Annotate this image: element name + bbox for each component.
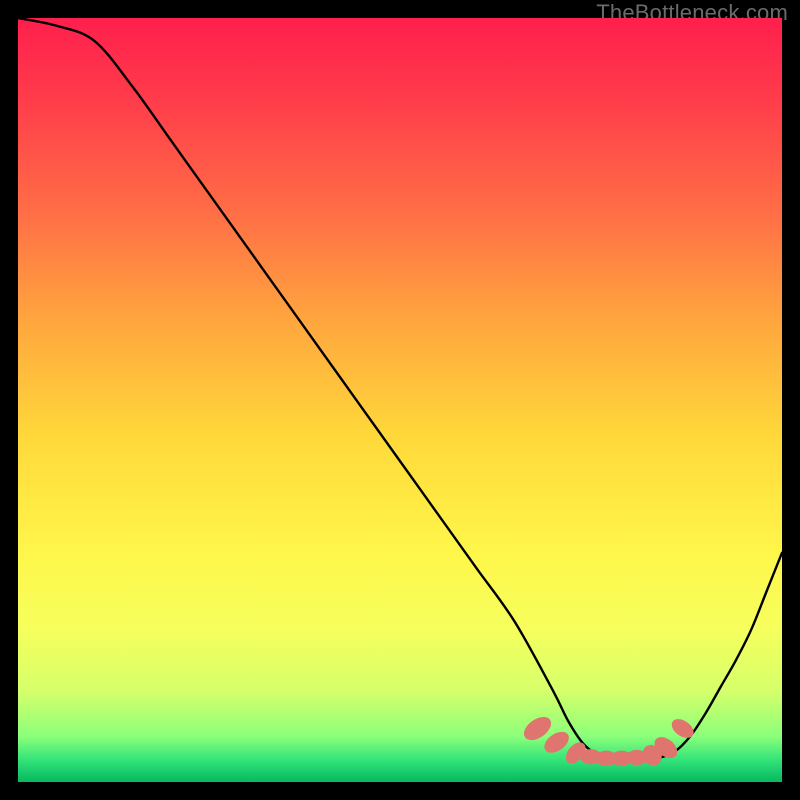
curve-marker (668, 715, 697, 742)
plot-area (18, 18, 782, 782)
curve-svg (18, 18, 782, 782)
optimal-band-markers (520, 712, 697, 769)
chart-stage: TheBottleneck.com (0, 0, 800, 800)
bottleneck-curve (18, 18, 782, 759)
